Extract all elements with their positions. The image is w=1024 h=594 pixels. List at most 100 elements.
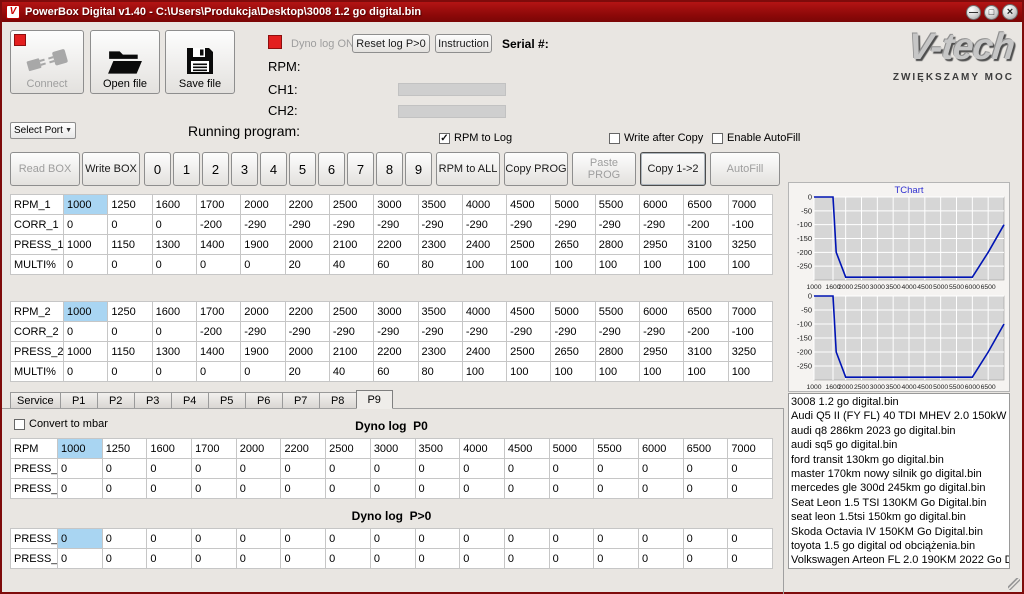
table-cell[interactable]: -290	[329, 215, 373, 235]
table-cell[interactable]: 6000	[640, 302, 684, 322]
table-cell[interactable]: 2000	[285, 235, 329, 255]
table-cell[interactable]: 5000	[549, 439, 594, 459]
table-cell[interactable]: 100	[462, 362, 506, 382]
table-cell[interactable]: 60	[374, 255, 418, 275]
table-cell[interactable]: 2950	[640, 342, 684, 362]
table-cell[interactable]: 2200	[281, 439, 326, 459]
rpm-to-all-button[interactable]: RPM to ALL	[436, 152, 500, 186]
table-cell[interactable]: 4500	[507, 302, 551, 322]
table-cell[interactable]: -290	[418, 322, 462, 342]
table-cell[interactable]: 4500	[504, 439, 549, 459]
connect-button[interactable]: Connect	[10, 30, 84, 94]
table-cell[interactable]: 0	[192, 479, 237, 499]
table-cell[interactable]: 5000	[551, 195, 595, 215]
file-list-item[interactable]: audi sq5 go digital.bin	[791, 438, 1009, 452]
table-cell[interactable]: 0	[415, 529, 460, 549]
table-cell[interactable]: 1150	[108, 342, 152, 362]
select-port-dropdown[interactable]: Select Port ▼	[10, 122, 76, 139]
table-cell[interactable]: 100	[640, 362, 684, 382]
table-cell[interactable]: 1000	[64, 342, 108, 362]
table-cell[interactable]: 100	[728, 255, 772, 275]
tab-p4[interactable]: P4	[171, 392, 208, 409]
table-cell[interactable]: 2000	[241, 302, 285, 322]
table-cell[interactable]: 2200	[374, 235, 418, 255]
table-cell[interactable]: -290	[462, 322, 506, 342]
table-cell[interactable]: 80	[418, 255, 462, 275]
table-cell[interactable]: 0	[152, 255, 196, 275]
table-cell[interactable]: 0	[64, 255, 108, 275]
table-cell[interactable]: 0	[638, 459, 683, 479]
table-cell[interactable]: 3000	[370, 439, 415, 459]
table-cell[interactable]: -290	[329, 322, 373, 342]
table-cell[interactable]: 100	[728, 362, 772, 382]
table-cell[interactable]: -290	[241, 322, 285, 342]
file-list-item[interactable]: mercedes gle 300d 245km go digital.bin	[791, 481, 1009, 495]
table-cell[interactable]: 3100	[684, 342, 728, 362]
table-cell[interactable]: 3250	[728, 342, 772, 362]
table-cell[interactable]: 100	[507, 255, 551, 275]
tab-p2[interactable]: P2	[97, 392, 134, 409]
table-cell[interactable]: 0	[638, 479, 683, 499]
minimize-button[interactable]: —	[966, 5, 981, 20]
tab-service[interactable]: Service	[10, 392, 60, 409]
table-cell[interactable]: 100	[684, 362, 728, 382]
table-cell[interactable]: 0	[504, 529, 549, 549]
table-cell[interactable]: 2000	[241, 195, 285, 215]
table-cell[interactable]: 2100	[329, 342, 373, 362]
table-cell[interactable]: 0	[460, 479, 505, 499]
table-cell[interactable]: 0	[728, 549, 773, 569]
table-cell[interactable]: 2000	[236, 439, 281, 459]
table-cell[interactable]: 0	[281, 459, 326, 479]
tab-p9[interactable]: P9	[356, 390, 393, 409]
table-cell[interactable]: 0	[58, 459, 103, 479]
table-cell[interactable]: -290	[595, 322, 639, 342]
table-cell[interactable]: 0	[108, 255, 152, 275]
table-cell[interactable]: 0	[147, 459, 192, 479]
table-cell[interactable]: 0	[58, 549, 103, 569]
file-list-item[interactable]: audi q8 286km 2023 go digital.bin	[791, 424, 1009, 438]
table-cell[interactable]: 0	[549, 459, 594, 479]
table-cell[interactable]: 3000	[374, 195, 418, 215]
table-cell[interactable]: 0	[728, 529, 773, 549]
table-cell[interactable]: 1300	[152, 342, 196, 362]
table-cell[interactable]: 0	[64, 215, 108, 235]
table-cell[interactable]: 0	[504, 549, 549, 569]
table-cell[interactable]: 3100	[684, 235, 728, 255]
table-cell[interactable]: -200	[684, 322, 728, 342]
table-cell[interactable]: 60	[374, 362, 418, 382]
table-cell[interactable]: -290	[374, 322, 418, 342]
table-cell[interactable]: 1250	[108, 302, 152, 322]
write-after-copy-checkbox[interactable]: Write after Copy	[609, 132, 703, 144]
table-cell[interactable]: 2400	[462, 235, 506, 255]
table-cell[interactable]: 1400	[196, 342, 240, 362]
table-cell[interactable]: 0	[594, 479, 639, 499]
table-cell[interactable]: -290	[640, 322, 684, 342]
copy-prog-button[interactable]: Copy PROG	[504, 152, 568, 186]
table-cell[interactable]: -290	[241, 215, 285, 235]
digit-button-0[interactable]: 0	[144, 152, 171, 186]
table-cell[interactable]: 0	[108, 362, 152, 382]
table-cell[interactable]: -290	[507, 215, 551, 235]
table-cell[interactable]: 0	[594, 549, 639, 569]
table-cell[interactable]: 0	[728, 479, 773, 499]
table-cell[interactable]: 2400	[462, 342, 506, 362]
table-cell[interactable]: 0	[241, 362, 285, 382]
table-cell[interactable]: 80	[418, 362, 462, 382]
table-cell[interactable]: 0	[370, 479, 415, 499]
table-cell[interactable]: 0	[460, 549, 505, 569]
table-cell[interactable]: 0	[236, 479, 281, 499]
digit-button-2[interactable]: 2	[202, 152, 229, 186]
table-cell[interactable]: 0	[415, 549, 460, 569]
digit-button-4[interactable]: 4	[260, 152, 287, 186]
table-cell[interactable]: 2500	[507, 235, 551, 255]
table-cell[interactable]: 0	[147, 549, 192, 569]
table-cell[interactable]: 0	[460, 459, 505, 479]
table-cell[interactable]: 1900	[241, 235, 285, 255]
table-cell[interactable]: -100	[728, 215, 772, 235]
table-cell[interactable]: -290	[640, 215, 684, 235]
titlebar[interactable]: V PowerBox Digital v1.40 - C:\Users\Prod…	[2, 2, 1022, 22]
open-file-button[interactable]: Open file	[90, 30, 160, 94]
table-cell[interactable]: -290	[285, 215, 329, 235]
table-cell[interactable]: 0	[549, 479, 594, 499]
table-cell[interactable]: 1000	[58, 439, 103, 459]
